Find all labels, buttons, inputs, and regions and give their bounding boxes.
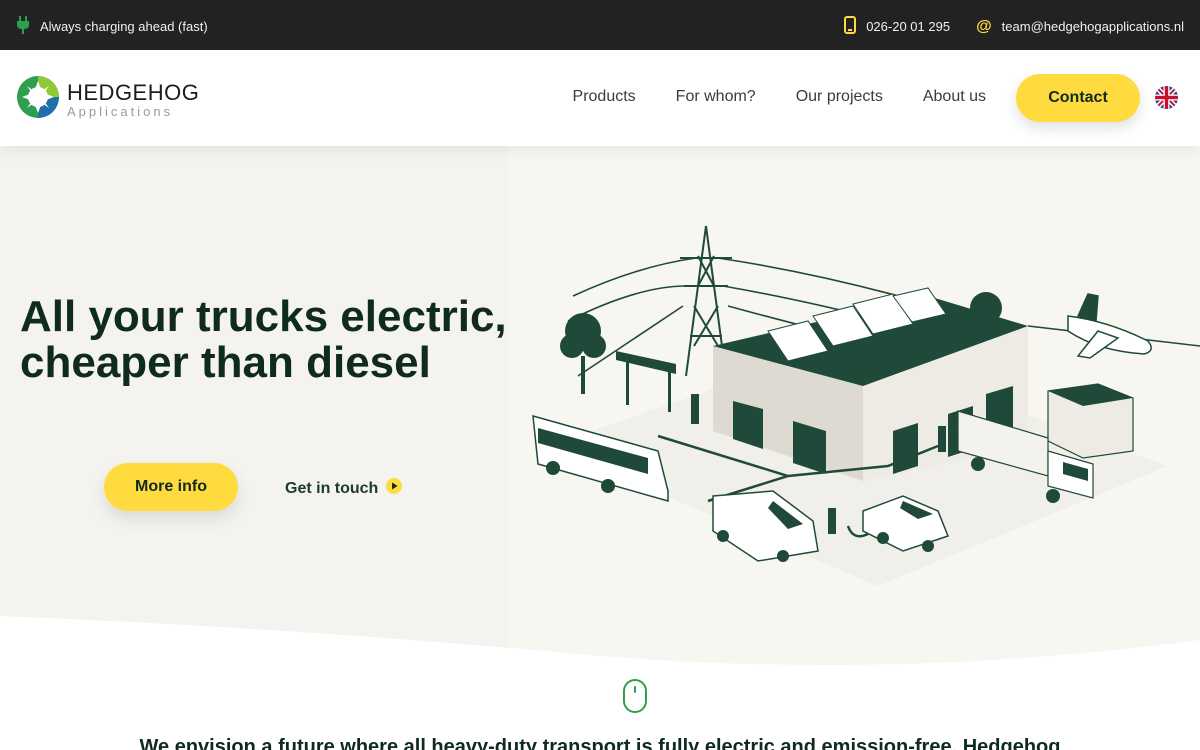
tagline: Always charging ahead (fast) (16, 16, 208, 37)
logo-text: HEDGEHOG Applications (67, 79, 200, 119)
play-circle-icon (386, 478, 403, 499)
email-link[interactable]: @ team@hedgehogapplications.nl (976, 18, 1184, 36)
scroll-mouse-icon[interactable] (622, 678, 648, 719)
logo-mark-icon (16, 75, 60, 124)
email-address: team@hedgehogapplications.nl (1001, 19, 1184, 34)
intro-text: We envision a future where all heavy-dut… (139, 736, 1061, 750)
nav-item-for-whom[interactable]: For whom? (676, 88, 756, 106)
logo[interactable]: HEDGEHOG Applications (16, 75, 199, 124)
contact-button[interactable]: Contact (1016, 74, 1140, 122)
hero-section: All your trucks electric, cheaper than d… (0, 146, 1200, 676)
get-in-touch-link[interactable]: Get in touch (285, 478, 403, 499)
plug-icon (16, 16, 30, 37)
hero-title-line-2: cheaper than diesel (20, 338, 431, 387)
site-header: HEDGEHOG Applications Products For whom?… (0, 50, 1200, 146)
logo-name: HEDGEHOG (67, 79, 200, 105)
logo-subtitle: Applications (67, 103, 174, 119)
hero-illustration (508, 146, 1200, 676)
phone-number: 026-20 01 295 (866, 19, 951, 34)
hero-title-line-1: All your trucks electric, (20, 292, 507, 341)
tagline-text: Always charging ahead (fast) (40, 19, 208, 34)
nav-item-products[interactable]: Products (573, 88, 636, 106)
at-sign-icon: @ (976, 17, 992, 35)
more-info-button[interactable]: More info (104, 463, 238, 511)
topbar-contacts: 026-20 01 295 @ team@hedgehogapplication… (844, 16, 1184, 37)
top-bar: Always charging ahead (fast) 026-20 01 2… (0, 0, 1200, 50)
hero-wave-divider (0, 616, 1200, 680)
hero-title: All your trucks electric, cheaper than d… (20, 294, 520, 386)
phone-icon (844, 16, 857, 37)
phone-link[interactable]: 026-20 01 295 (844, 16, 950, 37)
nav-item-our-projects[interactable]: Our projects (796, 88, 883, 106)
main-nav: Products For whom? Our projects About us (573, 88, 986, 106)
nav-item-about-us[interactable]: About us (923, 88, 986, 106)
uk-flag-icon[interactable] (1155, 86, 1178, 109)
get-in-touch-label: Get in touch (285, 479, 379, 497)
